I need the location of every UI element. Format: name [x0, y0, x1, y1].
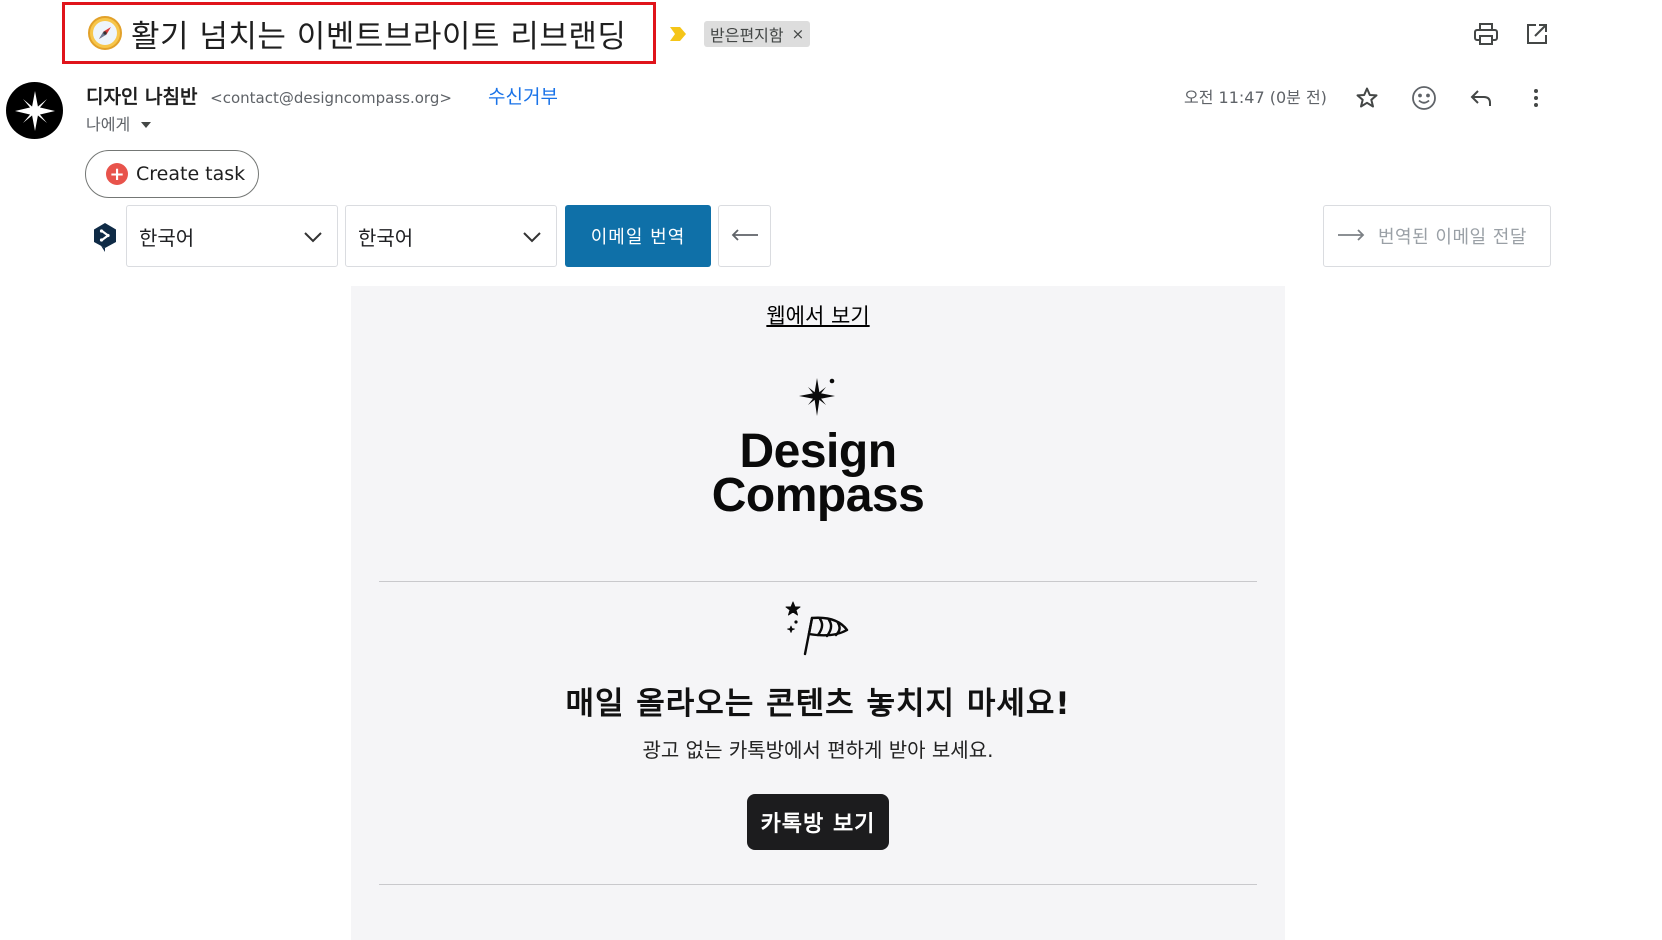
email-content: 웹에서 보기 Design Compass 매일 올라오는 콘텐츠 놓치지 마세…	[351, 286, 1285, 940]
label-remove-icon[interactable]: ×	[792, 25, 805, 43]
open-in-new-icon[interactable]	[1523, 20, 1551, 48]
brand-line-1: Design	[739, 425, 897, 478]
recipient-label: 나에게	[86, 115, 131, 134]
translate-email-button[interactable]: 이메일 번역	[565, 205, 711, 267]
promo-heading: 매일 올라오는 콘텐츠 놓치지 마세요!	[565, 686, 1071, 722]
create-task-button[interactable]: + Create task	[85, 150, 259, 198]
forward-translated-label: 번역된 이메일 전달	[1378, 227, 1527, 248]
star-icon[interactable]	[1353, 84, 1381, 112]
target-language-select[interactable]: 한국어	[345, 205, 557, 267]
arrow-left-icon	[730, 227, 760, 246]
create-task-label: Create task	[136, 163, 246, 185]
brand-line-2: Compass	[711, 469, 925, 522]
promo-subtext: 광고 없는 카톡방에서 편하게 받아 보세요.	[642, 738, 994, 762]
print-icon[interactable]	[1472, 20, 1500, 48]
recipient-dropdown[interactable]: 나에게	[86, 111, 152, 135]
label-chip-text: 받은편지함	[710, 26, 784, 45]
windsock-icon	[785, 600, 851, 658]
compass-icon	[87, 15, 123, 51]
plus-icon: +	[106, 163, 128, 185]
source-language-select[interactable]: 한국어	[126, 205, 338, 267]
section-divider-bottom	[379, 884, 1257, 885]
subject-highlight-box: 활기 넘치는 이벤트브라이트 리브랜딩	[62, 2, 656, 64]
forward-translated-email-button[interactable]: 번역된 이메일 전달	[1323, 205, 1551, 267]
email-timestamp: 오전 11:47 (0분 전)	[1184, 88, 1327, 107]
emoji-react-icon[interactable]	[1410, 84, 1438, 112]
sender-avatar[interactable]	[6, 82, 63, 139]
chevron-down-icon	[522, 224, 542, 248]
kakao-channel-button[interactable]: 카톡방 보기	[747, 794, 889, 850]
sparkle-logo-icon	[14, 90, 55, 131]
brand-wordmark: Design Compass	[351, 425, 1285, 522]
deepl-logo-icon	[92, 222, 118, 252]
more-vert-icon[interactable]	[1522, 84, 1550, 112]
label-chip-inbox[interactable]: 받은편지함 ×	[704, 21, 811, 47]
importance-marker-icon[interactable]	[668, 26, 688, 42]
reply-icon[interactable]	[1467, 84, 1495, 112]
sender-email: <contact@designcompass.org>	[210, 89, 452, 107]
source-language-value: 한국어	[139, 225, 195, 250]
sender-line: 디자인 나침반 <contact@designcompass.org>	[86, 82, 452, 109]
email-subject: 활기 넘치는 이벤트브라이트 리브랜딩	[131, 18, 627, 55]
caret-down-icon	[140, 114, 152, 133]
undo-translation-button[interactable]	[718, 205, 771, 267]
chevron-down-icon	[303, 224, 323, 248]
target-language-value: 한국어	[358, 225, 414, 250]
section-divider	[379, 581, 1257, 582]
brand-star-icon	[795, 374, 841, 420]
sender-name: 디자인 나침반	[86, 86, 198, 108]
unsubscribe-link[interactable]: 수신거부	[488, 82, 558, 109]
view-on-web-link[interactable]: 웹에서 보기	[351, 300, 1285, 330]
arrow-right-icon	[1336, 226, 1366, 247]
